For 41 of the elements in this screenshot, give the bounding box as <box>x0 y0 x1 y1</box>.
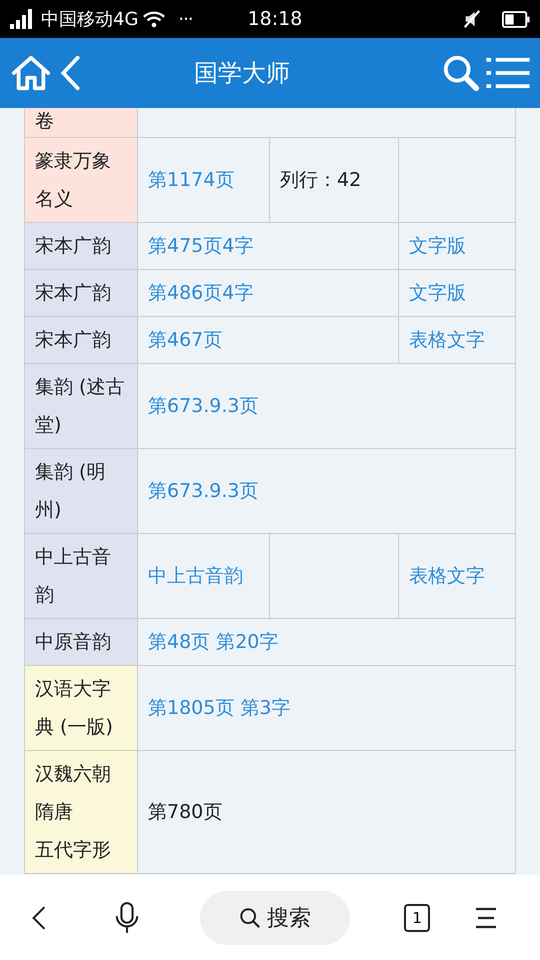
search-button[interactable]: 搜索 <box>200 890 350 944</box>
link[interactable]: 第486页4字 <box>148 274 254 312</box>
link[interactable]: 第1805页 第3字 <box>148 689 290 727</box>
link[interactable]: 第1174页 <box>148 161 234 199</box>
row-label: 集韵 (述古堂) <box>25 364 138 449</box>
mute-icon <box>463 10 481 28</box>
link[interactable]: 第673.9.3页 <box>148 387 259 425</box>
row-label: 宋本广韵 <box>25 317 138 364</box>
table-cell-text: 第780页 <box>148 800 222 825</box>
search-icon[interactable] <box>442 54 480 92</box>
row-label: 隋唐 <box>35 800 73 825</box>
link[interactable]: 第475页4字 <box>148 227 254 265</box>
link[interactable]: 中上古音韵 <box>148 557 243 595</box>
row-label: 汉语大字典 (一版) <box>25 666 138 751</box>
link[interactable]: 第48页 第20字 <box>148 623 278 661</box>
link[interactable]: 第673.9.3页 <box>148 472 259 510</box>
more-indicator: ··· <box>178 8 193 30</box>
search-icon <box>239 906 262 928</box>
row-label: 中上古音韵 <box>25 534 138 619</box>
home-icon[interactable] <box>10 54 52 92</box>
link[interactable]: 第467页 <box>148 321 222 359</box>
tab-count-button[interactable]: 1 <box>404 904 430 932</box>
link[interactable]: 表格文字 <box>409 557 485 595</box>
page-title: 国学大师 <box>193 58 291 89</box>
link[interactable]: 文字版 <box>409 227 466 265</box>
battery-icon <box>502 10 530 28</box>
row-label: 集韵 (明州) <box>25 449 138 534</box>
table-cell-text: 列行：42 <box>280 168 362 193</box>
row-label: 宋本广韵 <box>25 270 138 317</box>
clock: 18:18 <box>248 8 302 30</box>
row-label: 篆隶万象名义 <box>25 138 138 223</box>
row-label: 中原音韵 <box>25 619 138 666</box>
carrier-name: 中国移动4G <box>41 8 138 31</box>
link[interactable]: 表格文字 <box>409 321 485 359</box>
link[interactable]: 文字版 <box>409 274 466 312</box>
signal-icon <box>10 9 34 29</box>
row-label: 汉魏六朝 <box>35 762 111 787</box>
row-label: 宋本广韵 <box>25 223 138 270</box>
row-label: 卷 <box>25 108 138 138</box>
row-label: 五代字形 <box>35 838 111 863</box>
wifi-icon <box>143 10 166 28</box>
